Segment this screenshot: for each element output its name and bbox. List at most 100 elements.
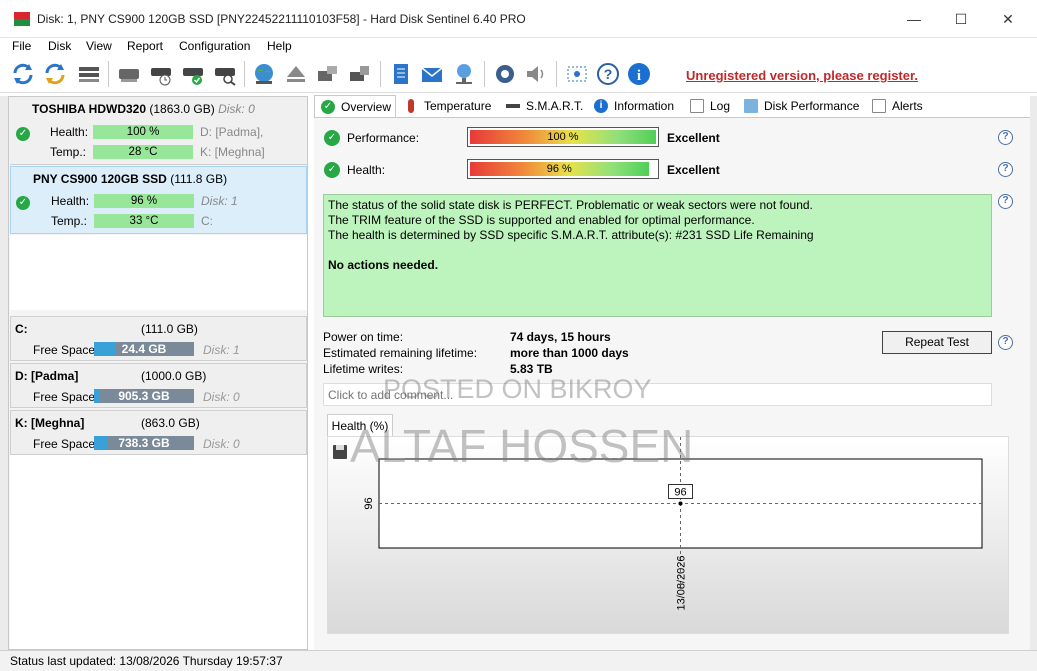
status-bar: Status last updated: 13/08/2026 Thursday… (0, 650, 1037, 671)
toolbar-separator (108, 61, 109, 87)
health-bar: 100 % (93, 125, 193, 139)
disk-number: Disk: 1 (201, 194, 238, 208)
performance-result: Excellent (667, 131, 720, 145)
tab-log[interactable]: Log (684, 95, 734, 117)
check-icon: ✓ (324, 162, 340, 178)
tab-overview[interactable]: ✓ Overview (314, 95, 396, 117)
menu-view[interactable]: View (86, 39, 112, 53)
tab-disk-performance[interactable]: Disk Performance (738, 95, 862, 117)
help-icon[interactable]: ? (595, 61, 621, 87)
menu-disk[interactable]: Disk (48, 39, 71, 53)
menu-configuration[interactable]: Configuration (179, 39, 250, 53)
save-icon-label (336, 445, 344, 450)
health-bar: 96 % (467, 159, 659, 179)
email-icon[interactable] (419, 61, 445, 87)
help-icon[interactable]: ? (998, 162, 1013, 177)
left-edge-strip (0, 96, 8, 650)
health-result: Excellent (667, 163, 720, 177)
refresh-icon[interactable] (10, 61, 36, 87)
report-icon[interactable] (388, 61, 414, 87)
disk-schedule-icon[interactable] (148, 61, 174, 87)
tab-bar: ✓ Overview Temperature S.M.A.R.T. i Info… (314, 95, 928, 117)
x-tick-label: 13/08/2026 (676, 555, 688, 610)
free-space-label: Free Space (33, 437, 96, 451)
volume-item-d[interactable]: D: [Padma] (1000.0 GB) Free Space 905.3 … (10, 363, 307, 408)
volume-size: (1000.0 GB) (141, 369, 207, 383)
globe-icon[interactable] (251, 61, 277, 87)
lifetime-label: Estimated remaining lifetime: (323, 346, 478, 360)
disk-model: PNY CS900 120GB SSD (33, 172, 167, 186)
register-link[interactable]: Unregistered version, please register. (686, 68, 918, 83)
status-text: Status last updated: 13/08/2026 Thursday… (10, 654, 283, 668)
disk-model: TOSHIBA HDWD320 (32, 102, 147, 116)
help-icon[interactable]: ? (998, 194, 1013, 209)
close-button[interactable]: ✕ (998, 10, 1018, 28)
lifetime-value: more than 1000 days (510, 346, 629, 360)
free-space-bar: 905.3 GB (94, 389, 194, 403)
check-icon: ✓ (321, 100, 335, 114)
disk-name: TOSHIBA HDWD320 (1863.0 GB) Disk: 0 (32, 102, 255, 116)
watermark-text: POSTED ON BIKROY (383, 374, 652, 404)
disk-search-icon[interactable] (212, 61, 238, 87)
performance-value: 100 % (470, 130, 656, 144)
temp-label: Temp.: (50, 145, 87, 159)
temp-bar: 33 °C (94, 214, 194, 228)
drive-config-icon[interactable] (315, 61, 341, 87)
disk-partitions: C: (201, 214, 213, 228)
disk-ok-icon[interactable] (180, 61, 206, 87)
disk-panel: TOSHIBA HDWD320 (1863.0 GB) Disk: 0 ✓ He… (8, 96, 308, 650)
info-icon[interactable]: i (626, 61, 652, 87)
title-bar: Disk: 1, PNY CS900 120GB SSD [PNY2245221… (0, 0, 1037, 38)
data-label: 96 (674, 487, 686, 499)
disk-surface-icon[interactable] (116, 61, 142, 87)
gear-icon[interactable] (492, 61, 518, 87)
tab-alerts[interactable]: Alerts (866, 95, 928, 117)
disk-partitions: K: [Meghna] (200, 145, 265, 159)
volume-item-k[interactable]: K: [Meghna] (863.0 GB) Free Space 738.3 … (10, 410, 307, 455)
network-icon[interactable] (451, 61, 477, 87)
free-space-bar: 738.3 GB (94, 436, 194, 450)
health-value: 96 % (470, 162, 649, 176)
volume-item-c[interactable]: C: (111.0 GB) Free Space 24.4 GB Disk: 1 (10, 316, 307, 361)
minimize-button[interactable]: — (904, 10, 924, 28)
tab-smart[interactable]: S.M.A.R.T. (500, 95, 586, 117)
volume-size: (111.0 GB) (141, 322, 198, 336)
disk-item-pny[interactable]: PNY CS900 120GB SSD (111.8 GB) ✓ Health:… (10, 166, 307, 234)
screenshot-icon[interactable] (564, 61, 590, 87)
disk-item-toshiba[interactable]: TOSHIBA HDWD320 (1863.0 GB) Disk: 0 ✓ He… (10, 97, 307, 165)
menu-report[interactable]: Report (127, 39, 163, 53)
repeat-test-button[interactable]: Repeat Test (882, 331, 992, 354)
disk-list-icon[interactable] (76, 61, 102, 87)
free-space-label: Free Space (33, 343, 96, 357)
refresh-all-icon[interactable] (42, 61, 68, 87)
performance-chart-icon (744, 99, 758, 113)
toolbar-separator (244, 61, 245, 87)
status-line: The status of the solid state disk is PE… (328, 198, 813, 212)
tab-label: Disk Performance (764, 99, 860, 113)
help-icon[interactable]: ? (998, 130, 1013, 145)
status-action: No actions needed. (328, 258, 439, 272)
drive-tools-icon[interactable] (347, 61, 373, 87)
menu-help[interactable]: Help (267, 39, 292, 53)
tab-temperature[interactable]: Temperature (398, 95, 498, 117)
temp-bar: 28 °C (93, 145, 193, 159)
health-bar: 96 % (94, 194, 194, 208)
power-on-value: 74 days, 15 hours (510, 330, 611, 344)
free-space-value: 905.3 GB (118, 389, 170, 403)
disk-size: (111.8 GB) (170, 172, 228, 186)
thermometer-icon (408, 99, 414, 113)
maximize-button[interactable]: ☐ (951, 10, 971, 28)
tab-label: Information (614, 99, 675, 113)
disk-partitions: D: [Padma], (200, 125, 264, 139)
data-point (678, 501, 683, 506)
help-icon[interactable]: ? (998, 335, 1013, 350)
sound-icon[interactable] (523, 61, 549, 87)
eject-icon[interactable] (283, 61, 309, 87)
menu-file[interactable]: File (12, 39, 31, 53)
check-icon: ✓ (16, 196, 30, 210)
toolbar-separator (484, 61, 485, 87)
tab-label: Temperature (424, 99, 492, 113)
tab-information[interactable]: i Information (588, 95, 680, 117)
disk-list-empty (10, 235, 307, 310)
menu-bar: File Disk View Report Configuration Help (0, 38, 1037, 56)
